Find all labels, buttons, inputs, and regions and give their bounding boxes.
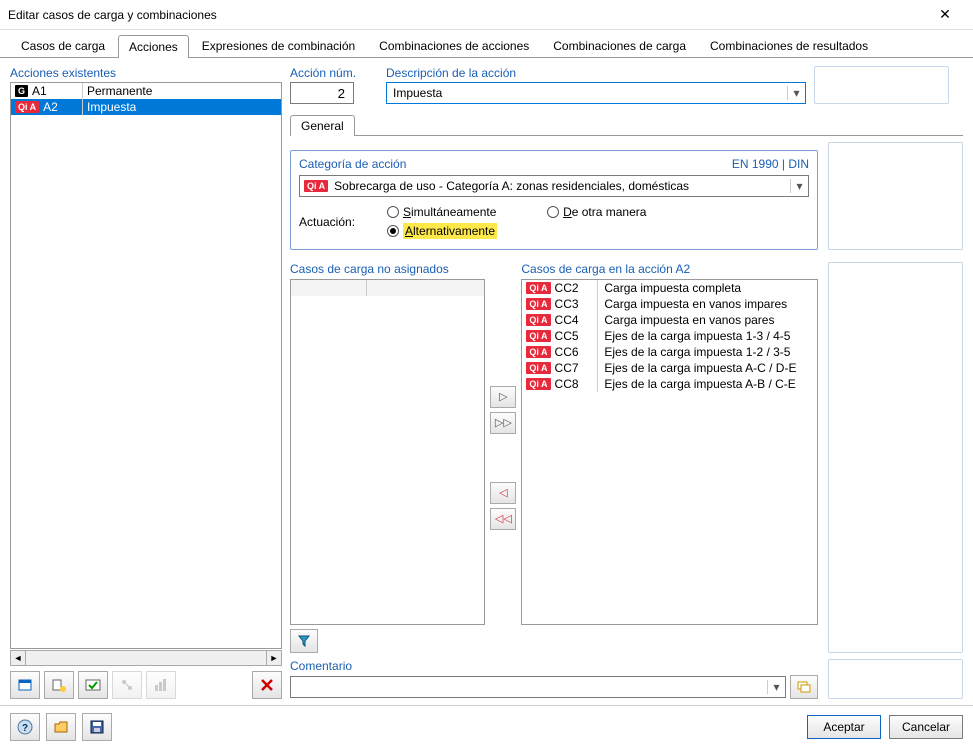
title-bar: Editar casos de carga y combinaciones ✕ xyxy=(0,0,973,30)
category-label: Categoría de acción xyxy=(299,157,406,171)
existing-action-row[interactable]: GA1Permanente xyxy=(11,83,281,99)
chevron-down-icon[interactable]: ▾ xyxy=(790,179,808,193)
save-button[interactable] xyxy=(82,713,112,741)
dialog-footer: ? Aceptar Cancelar xyxy=(0,705,973,747)
action-desc-value: Impuesta xyxy=(387,86,787,100)
tab-combinaciones-de-carga[interactable]: Combinaciones de carga xyxy=(542,34,697,57)
chevron-down-icon[interactable]: ▾ xyxy=(787,86,805,100)
action-number-label: Acción núm. xyxy=(290,66,378,82)
assigned-loadcase-row[interactable]: Qi ACC6Ejes de la carga impuesta 1-2 / 3… xyxy=(522,344,817,360)
behavior-label: Actuación: xyxy=(299,215,369,229)
tab-casos-de-carga[interactable]: Casos de carga xyxy=(10,34,116,57)
unassigned-label: Casos de carga no asignados xyxy=(290,262,485,279)
cancel-button[interactable]: Cancelar xyxy=(889,715,963,739)
open-folder-button[interactable] xyxy=(46,713,76,741)
comment-combo[interactable]: ▾ xyxy=(290,676,786,698)
existing-toolbar xyxy=(10,671,282,699)
assigned-loadcase-row[interactable]: Qi ACC2Carga impuesta completa xyxy=(522,280,817,296)
new-action-button[interactable] xyxy=(10,671,40,699)
assigned-loadcase-row[interactable]: Qi ACC8Ejes de la carga impuesta A-B / C… xyxy=(522,376,817,392)
stats-button xyxy=(146,671,176,699)
existing-action-row[interactable]: Qi AA2Impuesta xyxy=(11,99,281,115)
sub-tabs: General xyxy=(290,114,963,136)
assigned-label: Casos de carga en la acción A2 xyxy=(521,262,818,279)
assigned-loadcase-row[interactable]: Qi ACC3Carga impuesta en vanos impares xyxy=(522,296,817,312)
comment-label: Comentario xyxy=(290,659,818,675)
category-badge: Qi A xyxy=(304,180,328,192)
scroll-left-icon[interactable]: ◄ xyxy=(10,650,26,666)
assigned-list[interactable]: Qi ACC2Carga impuesta completaQi ACC3Car… xyxy=(521,279,818,625)
tab-expresiones-de-combinación[interactable]: Expresiones de combinación xyxy=(191,34,366,57)
assigned-loadcase-row[interactable]: Qi ACC7Ejes de la carga impuesta A-C / D… xyxy=(522,360,817,376)
scroll-right-icon[interactable]: ► xyxy=(266,650,282,666)
filter-button[interactable] xyxy=(290,629,318,653)
delete-button[interactable] xyxy=(252,671,282,699)
close-icon[interactable]: ✕ xyxy=(925,6,965,23)
ok-button[interactable]: Aceptar xyxy=(807,715,881,739)
tab-combinaciones-de-resultados[interactable]: Combinaciones de resultados xyxy=(699,34,879,57)
window-title: Editar casos de carga y combinaciones xyxy=(8,8,925,22)
action-desc-combo[interactable]: Impuesta ▾ xyxy=(386,82,806,104)
action-desc-label: Descripción de la acción xyxy=(386,66,806,82)
existing-actions-label: Acciones existentes xyxy=(10,66,282,82)
tab-combinaciones-de-acciones[interactable]: Combinaciones de acciones xyxy=(368,34,540,57)
check-button[interactable] xyxy=(78,671,108,699)
list-h-scrollbar[interactable]: ◄ ► xyxy=(10,649,282,667)
move-all-left-button[interactable]: ◁◁ xyxy=(490,508,516,530)
assigned-loadcase-row[interactable]: Qi ACC5Ejes de la carga impuesta 1-3 / 4… xyxy=(522,328,817,344)
comment-pick-button[interactable] xyxy=(790,675,818,699)
help-button[interactable]: ? xyxy=(10,713,40,741)
tab-general[interactable]: General xyxy=(290,115,355,136)
category-box: Categoría de acción EN 1990 | DIN Qi A S… xyxy=(290,150,818,250)
list-header xyxy=(291,280,484,296)
category-combo[interactable]: Qi A Sobrecarga de uso - Categoría A: zo… xyxy=(299,175,809,197)
move-left-button[interactable]: ◁ xyxy=(490,482,516,504)
existing-actions-list[interactable]: GA1PermanenteQi AA2Impuesta xyxy=(10,82,282,649)
scroll-track[interactable] xyxy=(26,650,266,666)
unassigned-list[interactable] xyxy=(290,279,485,625)
move-all-right-button[interactable]: ▷▷ xyxy=(490,412,516,434)
radio-otherwise[interactable]: De otra manera xyxy=(547,205,646,219)
move-right-button[interactable]: ▷ xyxy=(490,386,516,408)
radio-simultaneously[interactable]: Simultáneamente xyxy=(387,205,497,219)
main-tabs: Casos de cargaAccionesExpresiones de com… xyxy=(0,30,973,58)
svg-text:?: ? xyxy=(22,723,28,734)
assigned-loadcase-row[interactable]: Qi ACC4Carga impuesta en vanos pares xyxy=(522,312,817,328)
chevron-down-icon[interactable]: ▾ xyxy=(767,680,785,694)
category-norm: EN 1990 | DIN xyxy=(732,157,809,171)
unlink-button xyxy=(112,671,142,699)
tab-acciones[interactable]: Acciones xyxy=(118,35,189,58)
radio-alternatively[interactable]: Alternativamente xyxy=(387,223,497,239)
action-number-input[interactable] xyxy=(290,82,354,104)
library-button[interactable] xyxy=(44,671,74,699)
category-value: Sobrecarga de uso - Categoría A: zonas r… xyxy=(334,179,689,193)
